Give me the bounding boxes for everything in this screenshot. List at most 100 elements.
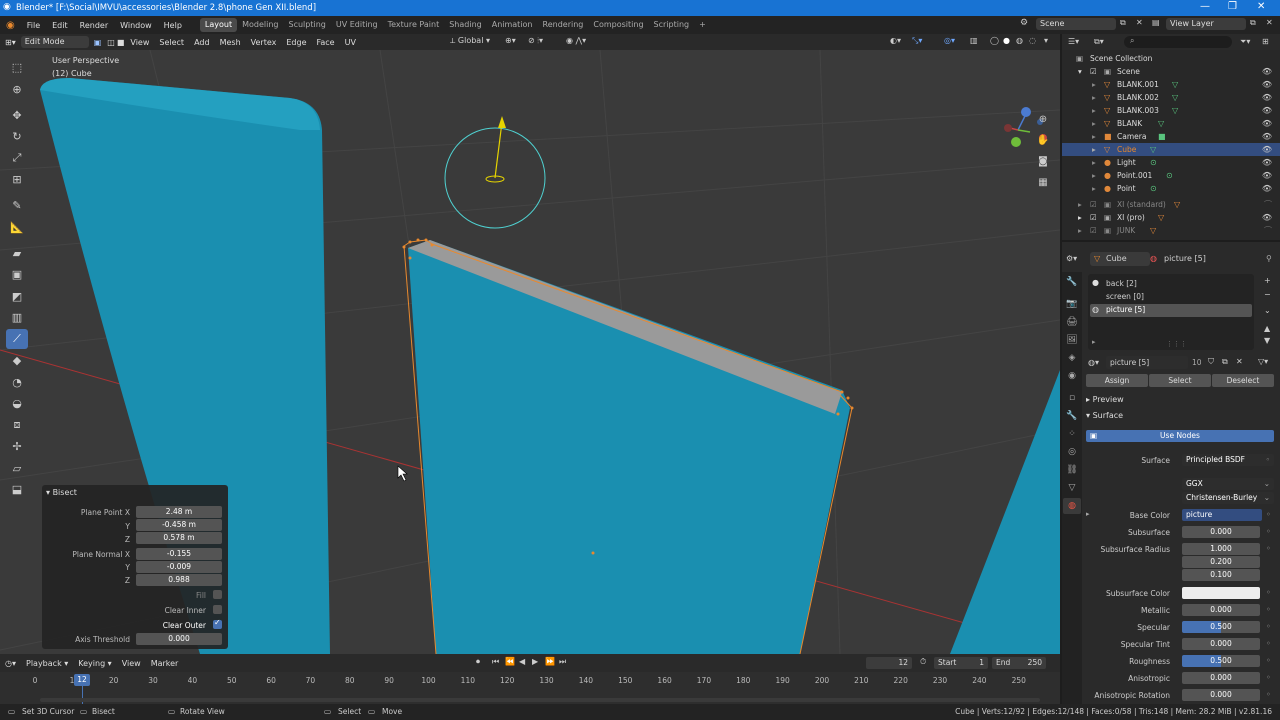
- material-slot[interactable]: screen [0]: [1090, 291, 1252, 303]
- outliner-item[interactable]: ▸ ▽ BLANK.003 ▽ 👁: [1062, 104, 1280, 117]
- minimize-icon[interactable]: —: [1200, 1, 1210, 12]
- record-icon[interactable]: ⏺: [476, 657, 480, 667]
- eye-icon[interactable]: 👁: [1262, 91, 1272, 104]
- outliner-item[interactable]: ▸ ● Light ⊙ 👁: [1062, 156, 1280, 169]
- play-icon[interactable]: ▶: [532, 657, 538, 666]
- checkbox-icon[interactable]: ☑: [1090, 211, 1097, 224]
- anisotropic-field[interactable]: 0.000: [1182, 672, 1260, 684]
- menu-timeline-view[interactable]: View: [117, 659, 146, 668]
- delete-scene-icon[interactable]: ✕: [1136, 18, 1143, 27]
- expand-icon[interactable]: ▸: [1078, 198, 1082, 211]
- bisect-normal-arrow[interactable]: [494, 121, 503, 179]
- inset-icon[interactable]: ▣: [6, 265, 28, 285]
- view-layer-tab-icon[interactable]: 🖼: [1063, 332, 1081, 348]
- annotate-icon[interactable]: ✎: [6, 196, 28, 216]
- node-socket-icon[interactable]: ◦: [1266, 622, 1271, 631]
- metallic-field[interactable]: 0.000: [1182, 604, 1260, 616]
- poly-build-icon[interactable]: ◆: [6, 351, 28, 371]
- transform-orientation[interactable]: ⟂ Global ▾: [450, 36, 490, 46]
- menu-keying[interactable]: Keying ▾: [73, 659, 116, 668]
- edge-slide-icon[interactable]: ⧈: [6, 415, 28, 435]
- timeline-editor-icon[interactable]: ◷▾: [0, 659, 21, 668]
- surface-shader-dropdown[interactable]: Principled BSDF ◦: [1182, 454, 1274, 466]
- playhead-frame[interactable]: 12: [74, 674, 90, 686]
- outliner-item[interactable]: ▸ ● Point.001 ⊙ 👁: [1062, 169, 1280, 182]
- material-users-count[interactable]: 10: [1192, 358, 1202, 367]
- expand-list-icon[interactable]: ▸: [1092, 338, 1096, 346]
- select-mode-face-icon[interactable]: ■: [116, 38, 126, 47]
- plane-normal-y-field[interactable]: -0.009: [136, 561, 222, 573]
- menu-uv[interactable]: UV: [340, 38, 361, 47]
- proportional-edit-icon[interactable]: ◉ ⋀▾: [566, 36, 586, 45]
- snap-icon[interactable]: ⊘ ⦙▾: [528, 36, 543, 46]
- axis-threshold-field[interactable]: 0.000: [136, 633, 222, 645]
- select-mode-vertex-icon[interactable]: ▣: [89, 38, 107, 47]
- menu-face[interactable]: Face: [312, 38, 340, 47]
- node-socket-icon[interactable]: ◦: [1266, 605, 1271, 614]
- roughness-slider[interactable]: 0.500: [1182, 655, 1260, 667]
- node-socket-icon[interactable]: ◦: [1266, 690, 1271, 699]
- remove-slot-icon[interactable]: −: [1264, 290, 1271, 299]
- smooth-icon[interactable]: ◒: [6, 394, 28, 414]
- timeline-area[interactable]: 0102030405060708090100110120130140150160…: [0, 672, 1060, 704]
- play-reverse-icon[interactable]: ◀: [519, 657, 525, 666]
- new-collection-icon[interactable]: ⊞: [1262, 37, 1269, 46]
- physics-tab-icon[interactable]: ◎: [1063, 444, 1081, 460]
- menu-marker[interactable]: Marker: [146, 659, 184, 668]
- menu-window[interactable]: Window: [114, 21, 158, 30]
- assign-button[interactable]: Assign: [1086, 374, 1148, 387]
- outliner-item[interactable]: ▸ ▽ BLANK.001 ▽ 👁: [1062, 78, 1280, 91]
- pan-hand-icon[interactable]: ✋: [1034, 132, 1052, 150]
- add-workspace-icon[interactable]: +: [694, 18, 711, 32]
- tab-animation[interactable]: Animation: [487, 18, 538, 32]
- expand-icon[interactable]: ▾: [1078, 65, 1082, 78]
- camera-view-icon[interactable]: ◙: [1034, 153, 1052, 171]
- subsurface-radius-x-field[interactable]: 1.000: [1182, 543, 1260, 555]
- eye-icon[interactable]: 👁: [1262, 130, 1272, 143]
- node-socket-icon[interactable]: ◦: [1266, 656, 1271, 665]
- object-breadcrumb[interactable]: ▽ Cube: [1090, 252, 1150, 266]
- plane-point-z-field[interactable]: 0.578 m: [136, 532, 222, 544]
- start-frame-field[interactable]: Start 1: [934, 657, 988, 669]
- maximize-icon[interactable]: ❐: [1228, 1, 1237, 12]
- node-socket-icon[interactable]: ◦: [1266, 673, 1271, 682]
- unlink-material-icon[interactable]: ✕: [1236, 357, 1243, 366]
- pin-icon[interactable]: ⚲: [1266, 254, 1272, 263]
- outliner-collection[interactable]: ▸ ☑ ▣ XI (pro) ▽ 👁: [1062, 211, 1280, 224]
- material-link-icon[interactable]: ▽▾: [1258, 357, 1268, 366]
- spin-icon[interactable]: ◔: [6, 372, 28, 392]
- duplicate-material-icon[interactable]: ⧉: [1222, 357, 1228, 367]
- menu-file[interactable]: File: [21, 21, 46, 30]
- list-resize-handle[interactable]: ⋮⋮⋮: [1166, 340, 1187, 348]
- shading-wireframe-icon[interactable]: ◯: [990, 36, 999, 45]
- extrude-icon[interactable]: ▰: [6, 243, 28, 263]
- end-frame-field[interactable]: End 250: [992, 657, 1046, 669]
- material-name-field[interactable]: picture [5]: [1106, 356, 1188, 369]
- outliner-item[interactable]: ▸ ● Point ⊙ 👁: [1062, 182, 1280, 195]
- timeline-scrollbar[interactable]: [40, 698, 1040, 702]
- menu-select[interactable]: Select: [154, 38, 189, 47]
- rip-region-icon[interactable]: ⬓: [6, 480, 28, 500]
- subsurface-radius-z-field[interactable]: 0.100: [1182, 569, 1260, 581]
- eye-icon[interactable]: 👁: [1262, 211, 1272, 224]
- current-frame-field[interactable]: 12: [866, 657, 912, 669]
- menu-vertex[interactable]: Vertex: [246, 38, 282, 47]
- eye-icon[interactable]: 👁: [1262, 169, 1272, 182]
- loop-cut-icon[interactable]: ▥: [6, 308, 28, 328]
- outliner-collection[interactable]: ▸ ☑ ▣ XI (standard) ▽ ⌒: [1062, 198, 1280, 211]
- menu-help[interactable]: Help: [158, 21, 188, 30]
- data-tab-icon[interactable]: ▽: [1063, 480, 1081, 496]
- node-socket-icon[interactable]: ◦: [1266, 588, 1271, 597]
- subsurface-method-dropdown[interactable]: Christensen-Burley ⌄: [1182, 492, 1274, 504]
- expand-icon[interactable]: ▸: [1078, 224, 1082, 237]
- menu-add[interactable]: Add: [189, 38, 215, 47]
- expand-icon[interactable]: ▸: [1078, 211, 1082, 224]
- eye-hidden-icon[interactable]: ⌒: [1264, 198, 1272, 211]
- plane-point-x-field[interactable]: 2.48 m: [136, 506, 222, 518]
- tab-modeling[interactable]: Modeling: [237, 18, 283, 32]
- eye-icon[interactable]: 👁: [1262, 156, 1272, 169]
- node-socket-icon[interactable]: ◦: [1266, 639, 1271, 648]
- slot-specials-icon[interactable]: ⌄: [1264, 306, 1271, 315]
- cursor-icon[interactable]: ⊕: [6, 79, 28, 99]
- move-icon[interactable]: ✥: [6, 105, 28, 125]
